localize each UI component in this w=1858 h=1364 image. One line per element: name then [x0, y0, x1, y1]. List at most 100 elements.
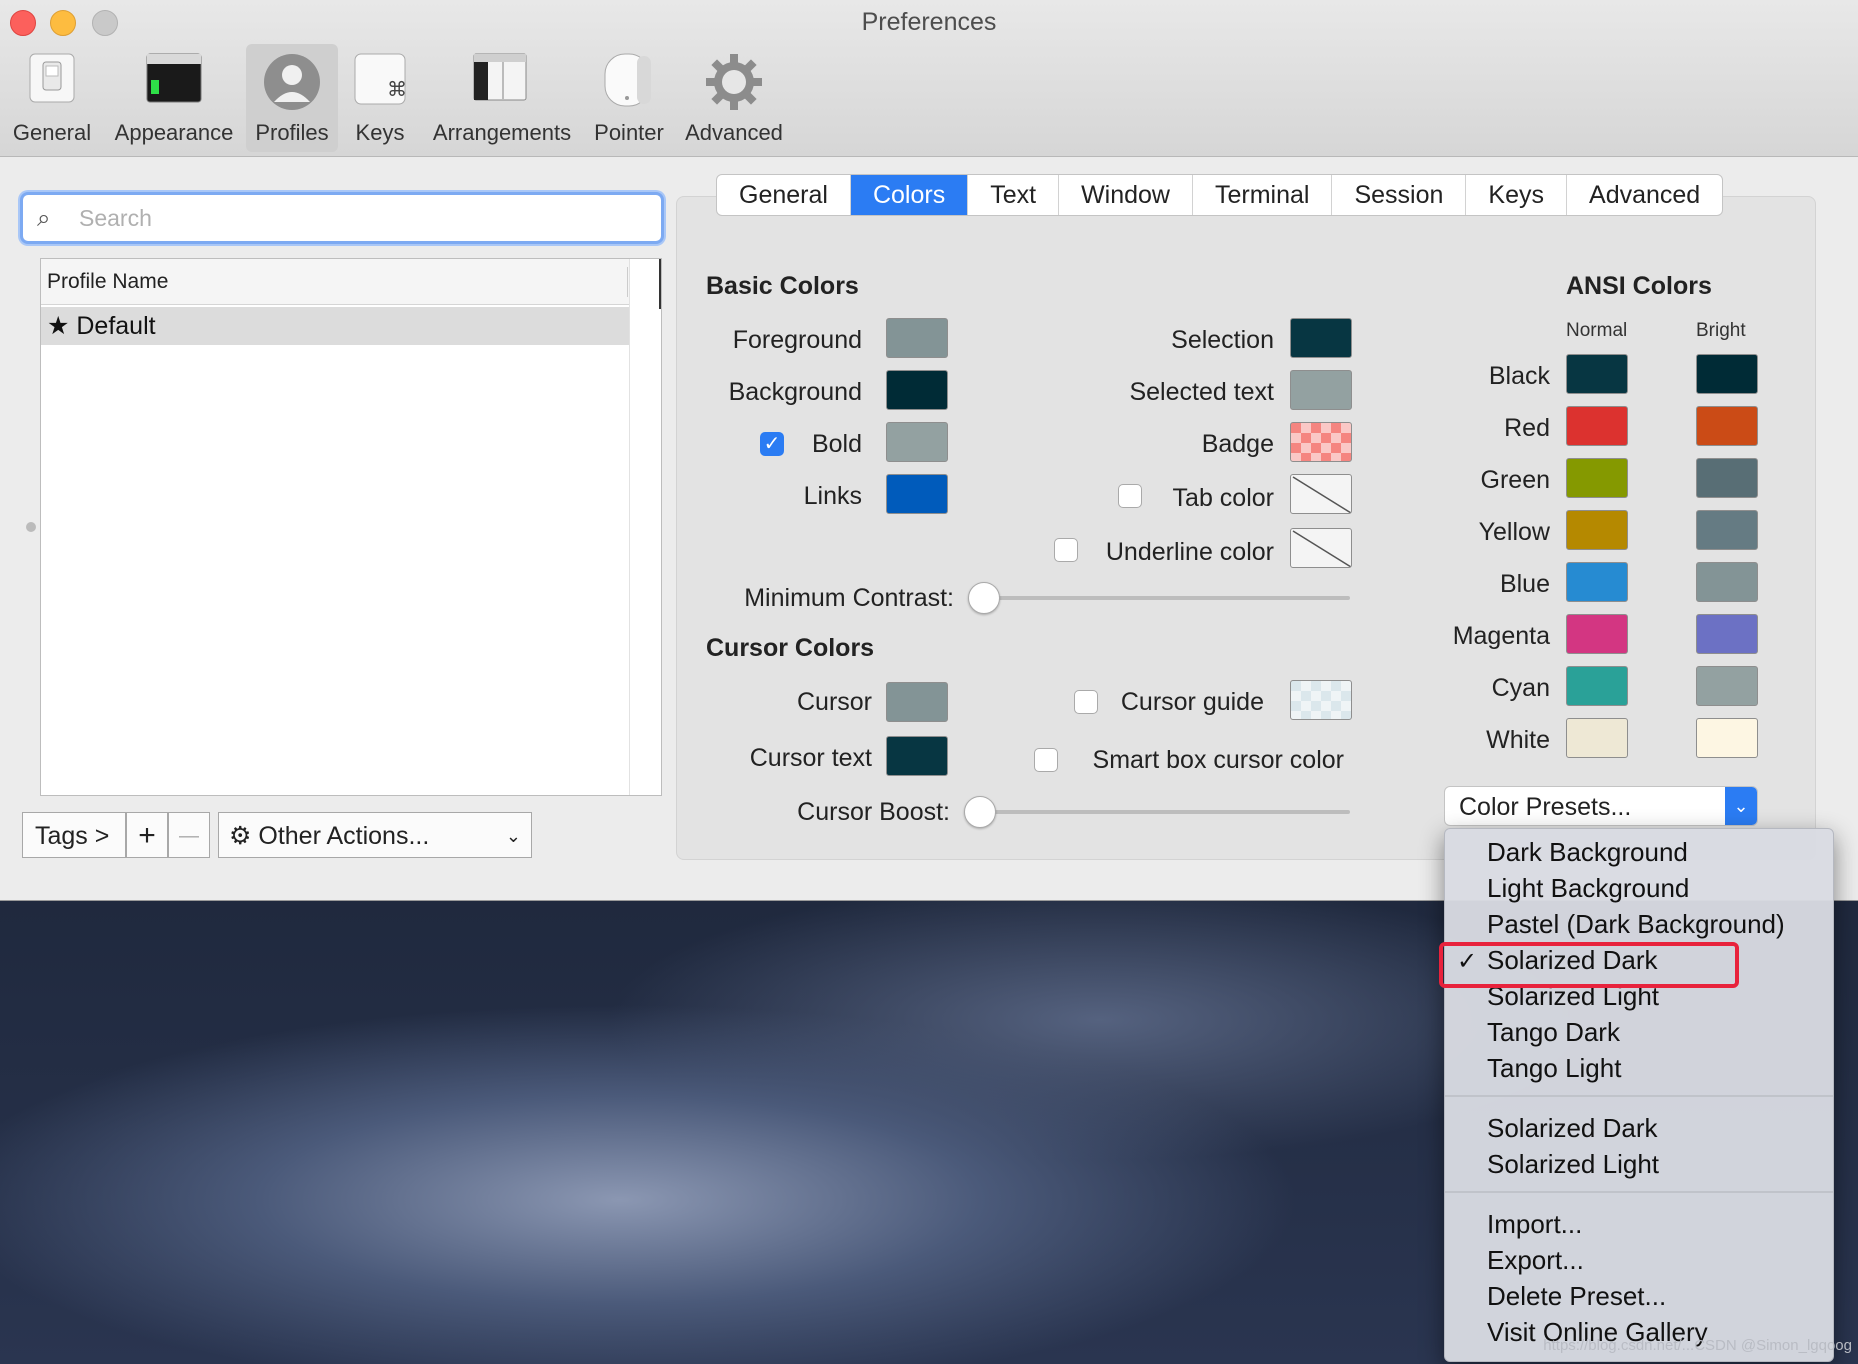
- foreground-label: Foreground: [732, 326, 862, 354]
- profile-list: Profile Name ★ Default: [40, 258, 662, 796]
- profile-row-default[interactable]: ★ Default: [41, 307, 629, 345]
- cursor-swatch[interactable]: [886, 682, 948, 722]
- remove-profile-button[interactable]: —: [168, 812, 210, 858]
- tags-button[interactable]: Tags >: [22, 812, 126, 858]
- foreground-swatch[interactable]: [886, 318, 948, 358]
- toolbar-general[interactable]: General: [4, 44, 100, 152]
- add-profile-button[interactable]: +: [126, 812, 168, 858]
- toolbar-appearance[interactable]: Appearance: [104, 44, 244, 152]
- ansi-normal-blue-swatch[interactable]: [1566, 562, 1628, 602]
- cursor-text-swatch[interactable]: [886, 736, 948, 776]
- smart-box-label: Smart box cursor color: [1092, 746, 1344, 774]
- background-swatch[interactable]: [886, 370, 948, 410]
- list-scroll-area: [629, 259, 662, 795]
- tab-session[interactable]: Session: [1332, 175, 1467, 215]
- tab-color-label: Tab color: [1172, 484, 1274, 512]
- cursor-guide-label: Cursor guide: [1120, 688, 1264, 716]
- menu-item-solarized-dark[interactable]: Solarized Dark: [1487, 1113, 1658, 1144]
- cursor-colors-heading: Cursor Colors: [706, 634, 875, 662]
- toolbar-general-label: General: [12, 120, 92, 145]
- toolbar-profiles[interactable]: Profiles: [246, 44, 338, 152]
- menu-separator: [1445, 1095, 1833, 1097]
- title-bar: Preferences General Appearance Profiles …: [0, 0, 1858, 157]
- color-presets-button[interactable]: Color Presets... ⌄: [1444, 786, 1758, 826]
- ansi-normal-cyan-swatch[interactable]: [1566, 666, 1628, 706]
- cursor-boost-label: Cursor Boost:: [797, 798, 950, 826]
- cursor-boost-knob[interactable]: [964, 796, 996, 828]
- tab-general[interactable]: General: [717, 175, 851, 215]
- profile-row-label: Default: [76, 312, 156, 340]
- arrangements-icon: [473, 53, 527, 101]
- tab-terminal[interactable]: Terminal: [1193, 175, 1333, 215]
- ansi-normal-white-swatch[interactable]: [1566, 718, 1628, 758]
- bold-swatch[interactable]: [886, 422, 948, 462]
- menu-item-export[interactable]: Export...: [1487, 1245, 1584, 1276]
- ansi-label-blue: Blue: [1499, 570, 1550, 598]
- profile-search-field[interactable]: ⌕ Search: [20, 192, 664, 244]
- ansi-bright-red-swatch[interactable]: [1696, 406, 1758, 446]
- tab-color-checkbox[interactable]: [1118, 484, 1142, 508]
- menu-item-light-background[interactable]: Light Background: [1487, 873, 1689, 904]
- tab-text[interactable]: Text: [968, 175, 1060, 215]
- other-actions-menu[interactable]: ⚙ Other Actions... ⌄: [218, 812, 532, 858]
- ansi-bright-blue-swatch[interactable]: [1696, 562, 1758, 602]
- tab-advanced[interactable]: Advanced: [1567, 175, 1722, 215]
- basic-colors-heading: Basic Colors: [706, 272, 859, 300]
- ansi-bright-white-swatch[interactable]: [1696, 718, 1758, 758]
- menu-item-import[interactable]: Import...: [1487, 1209, 1582, 1240]
- column-divider: [627, 267, 628, 297]
- cursor-guide-swatch[interactable]: [1290, 680, 1352, 720]
- smart-box-checkbox[interactable]: [1034, 748, 1058, 772]
- tab-colors[interactable]: Colors: [850, 175, 969, 215]
- background-label: Background: [728, 378, 862, 406]
- ansi-normal-magenta-swatch[interactable]: [1566, 614, 1628, 654]
- underline-color-checkbox[interactable]: [1054, 538, 1078, 562]
- ansi-bright-cyan-swatch[interactable]: [1696, 666, 1758, 706]
- ansi-normal-black-swatch[interactable]: [1566, 354, 1628, 394]
- chevron-down-icon: ⌄: [505, 826, 521, 846]
- minimum-contrast-slider[interactable]: [984, 596, 1350, 600]
- gear-icon: [706, 54, 762, 110]
- menu-item-solarized-light[interactable]: Solarized Light: [1487, 1149, 1659, 1180]
- profile-name-column-header[interactable]: Profile Name: [41, 259, 629, 305]
- command-key-icon: ⌘: [354, 53, 407, 105]
- menu-separator: [1445, 1191, 1833, 1193]
- tab-keys[interactable]: Keys: [1466, 175, 1568, 215]
- ansi-bright-black-swatch[interactable]: [1696, 354, 1758, 394]
- toolbar-pointer[interactable]: Pointer: [584, 44, 674, 152]
- window-title: Preferences: [861, 8, 997, 36]
- profile-tabs: General Colors Text Window Terminal Sess…: [716, 174, 1724, 216]
- badge-swatch[interactable]: [1290, 422, 1352, 462]
- toolbar-arrangements[interactable]: Arrangements: [424, 44, 580, 152]
- minimum-contrast-label: Minimum Contrast:: [744, 584, 954, 612]
- split-handle[interactable]: [26, 522, 36, 532]
- underline-color-swatch[interactable]: [1290, 528, 1352, 568]
- menu-item-tango-dark[interactable]: Tango Dark: [1487, 1017, 1620, 1048]
- cursor-guide-checkbox[interactable]: [1074, 690, 1098, 714]
- ansi-bright-green-swatch[interactable]: [1696, 458, 1758, 498]
- minimum-contrast-knob[interactable]: [968, 582, 1000, 614]
- ansi-colors-heading: ANSI Colors: [1566, 272, 1712, 300]
- bold-checkbox[interactable]: ✓: [760, 432, 784, 456]
- links-label: Links: [803, 482, 862, 510]
- menu-item-tango-light[interactable]: Tango Light: [1487, 1053, 1621, 1084]
- terminal-window-icon: [146, 53, 202, 103]
- selection-swatch[interactable]: [1290, 318, 1352, 358]
- selected-text-swatch[interactable]: [1290, 370, 1352, 410]
- ansi-normal-yellow-swatch[interactable]: [1566, 510, 1628, 550]
- toolbar-arrangements-label: Arrangements: [432, 120, 572, 145]
- menu-item-pastel-dark-background[interactable]: Pastel (Dark Background): [1487, 909, 1785, 940]
- ansi-normal-red-swatch[interactable]: [1566, 406, 1628, 446]
- links-swatch[interactable]: [886, 474, 948, 514]
- ansi-normal-green-swatch[interactable]: [1566, 458, 1628, 498]
- menu-item-delete-preset[interactable]: Delete Preset...: [1487, 1281, 1666, 1312]
- toolbar-keys[interactable]: ⌘ Keys: [342, 44, 418, 152]
- tab-color-swatch[interactable]: [1290, 474, 1352, 514]
- ansi-bright-yellow-swatch[interactable]: [1696, 510, 1758, 550]
- user-profile-icon: [264, 54, 320, 110]
- menu-item-dark-background[interactable]: Dark Background: [1487, 837, 1688, 868]
- cursor-boost-slider[interactable]: [980, 810, 1350, 814]
- ansi-bright-magenta-swatch[interactable]: [1696, 614, 1758, 654]
- toolbar-advanced[interactable]: Advanced: [678, 44, 790, 152]
- tab-window[interactable]: Window: [1059, 175, 1193, 215]
